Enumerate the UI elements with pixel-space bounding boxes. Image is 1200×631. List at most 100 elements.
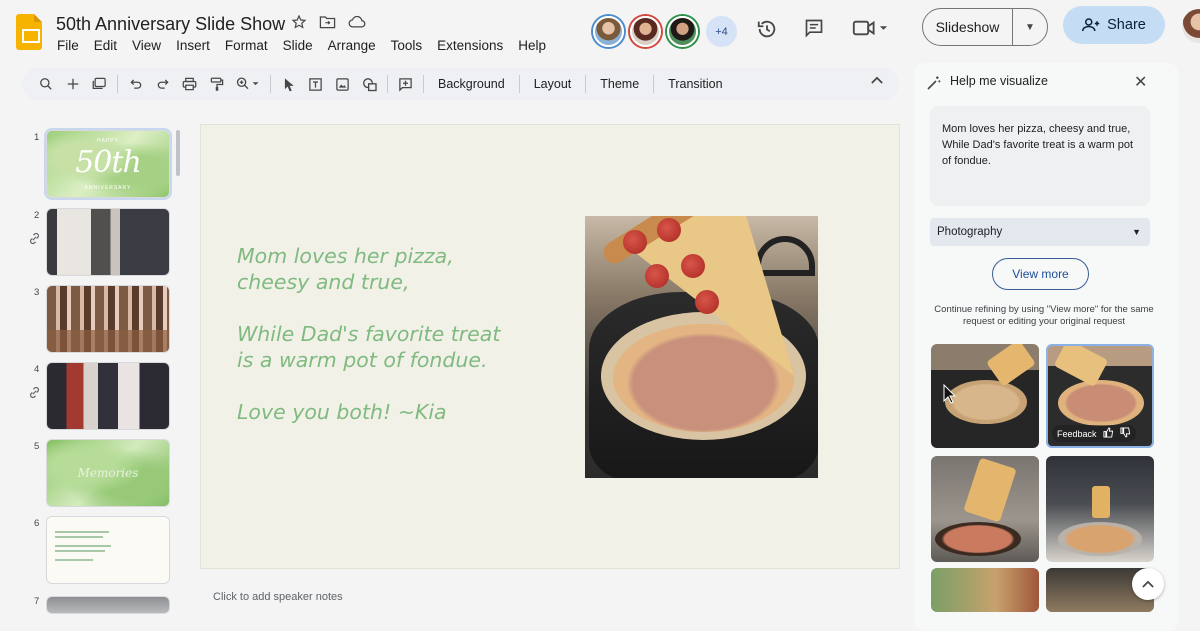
menu-file[interactable]: File (57, 38, 79, 53)
layout-button[interactable]: Layout (524, 77, 582, 91)
account-avatar[interactable] (1182, 9, 1200, 43)
toolbar-divider (270, 75, 271, 93)
linked-object-icon (28, 386, 41, 404)
menu-edit[interactable]: Edit (94, 38, 117, 53)
text-box-icon[interactable] (302, 77, 329, 92)
prompt-textarea[interactable]: Mom loves her pizza, cheesy and true, Wh… (930, 106, 1150, 206)
share-label: Share (1107, 17, 1146, 33)
thumb-50th-label: 50th (75, 145, 142, 180)
undo-icon[interactable] (122, 77, 149, 91)
feedback-bar: Feedback (1052, 425, 1136, 442)
menu-insert[interactable]: Insert (176, 38, 210, 53)
slides-app-icon[interactable] (16, 14, 42, 50)
style-dropdown-value: Photography (937, 226, 1003, 238)
slideshow-button[interactable]: Slideshow ▼ (922, 8, 1048, 46)
menu-arrange[interactable]: Arrange (328, 38, 376, 53)
menu-format[interactable]: Format (225, 38, 268, 53)
search-menus-icon[interactable] (32, 77, 59, 91)
filmstrip-scrollbar[interactable] (176, 130, 180, 176)
shape-icon[interactable] (356, 77, 383, 92)
menu-slide[interactable]: Slide (283, 38, 313, 53)
thumb-anniversary-text: ANNIVERSARY (84, 185, 132, 191)
current-slide[interactable]: Mom loves her pizza, cheesy and true, Wh… (200, 124, 900, 569)
slide-thumbnail-image[interactable] (46, 285, 170, 353)
collaborator-avatar[interactable] (667, 16, 698, 47)
chevron-up-icon (1142, 580, 1154, 588)
generated-image-result[interactable] (1046, 456, 1154, 562)
menu-view[interactable]: View (132, 38, 161, 53)
slide-number: 4 (34, 364, 40, 375)
new-slide-icon[interactable] (59, 77, 86, 91)
toolbar-divider (585, 75, 587, 93)
select-cursor-icon[interactable] (275, 77, 302, 92)
poem-stanza-1[interactable]: Mom loves her pizza, cheesy and true, (237, 243, 454, 295)
style-dropdown[interactable]: Photography ▼ (930, 218, 1150, 246)
poem-line: Love you both! ~Kia (237, 400, 447, 424)
speaker-notes-placeholder[interactable]: Click to add speaker notes (213, 591, 343, 603)
poem-signoff[interactable]: Love you both! ~Kia (237, 399, 447, 425)
paint-format-icon[interactable] (203, 77, 230, 92)
background-button[interactable]: Background (428, 77, 515, 91)
thumb-50th-text: 50th (47, 145, 169, 180)
insert-image-icon[interactable] (329, 77, 356, 92)
slideshow-dropdown-icon[interactable]: ▼ (1013, 22, 1047, 33)
close-icon[interactable]: ✕ (1134, 72, 1147, 92)
collapse-toolbar-icon[interactable] (871, 76, 883, 84)
transition-button[interactable]: Transition (658, 77, 732, 91)
slide-thumbnail-image[interactable]: Memories (46, 439, 170, 507)
generated-image-result[interactable] (931, 568, 1039, 612)
cloud-saved-icon[interactable] (348, 15, 366, 29)
toolbar-divider (387, 75, 388, 93)
pizza-fondue-photo[interactable] (585, 216, 818, 478)
refine-instructions: Continue refining by using "View more" f… (934, 304, 1154, 327)
menu-extensions[interactable]: Extensions (437, 38, 503, 53)
generated-image-result[interactable]: Feedback (1046, 344, 1154, 448)
scroll-to-top-button[interactable] (1132, 568, 1164, 600)
insert-comment-icon[interactable] (392, 77, 419, 92)
star-icon[interactable] (291, 14, 307, 30)
slide-number: 5 (34, 441, 40, 452)
version-history-icon[interactable] (756, 18, 778, 40)
slide-thumbnail-image[interactable] (46, 208, 170, 276)
slideshow-label[interactable]: Slideshow (923, 9, 1013, 45)
toolbar-divider (117, 75, 118, 93)
slide-number: 6 (34, 518, 40, 529)
poem-stanza-2[interactable]: While Dad's favorite treat is a warm pot… (237, 321, 500, 373)
print-icon[interactable] (176, 77, 203, 91)
help-me-visualize-panel: Help me visualize ✕ Mom loves her pizza,… (914, 63, 1178, 631)
collaborator-avatar[interactable] (630, 16, 661, 47)
toolbar-divider (518, 75, 520, 93)
toolbar: Background Layout Theme Transition (22, 68, 899, 100)
linked-object-icon (28, 232, 41, 250)
slide-thumbnail-image[interactable] (46, 516, 170, 584)
slide-number: 2 (34, 210, 40, 221)
menu-help[interactable]: Help (518, 38, 546, 53)
more-collaborators-badge[interactable]: +4 (706, 16, 737, 47)
poem-line: While Dad's favorite treat (237, 322, 501, 346)
view-more-button[interactable]: View more (992, 258, 1089, 290)
theme-button[interactable]: Theme (590, 77, 649, 91)
slide-number: 1 (34, 132, 40, 143)
meet-video-icon[interactable] (852, 18, 888, 38)
thumbs-down-icon[interactable] (1119, 427, 1131, 440)
share-button[interactable]: Share (1063, 6, 1165, 44)
slide-thumbnail-image[interactable]: HAPPY 50th ANNIVERSARY (46, 130, 170, 198)
generated-image-result[interactable] (931, 456, 1039, 562)
slide-thumbnail-image[interactable] (46, 362, 170, 430)
dropdown-arrow-icon: ▼ (1132, 227, 1141, 237)
comments-icon[interactable] (804, 18, 824, 38)
menu-tools[interactable]: Tools (391, 38, 423, 53)
panel-title: Help me visualize (950, 74, 1048, 88)
new-slide-layout-icon[interactable] (86, 77, 113, 91)
thumbs-up-icon[interactable] (1102, 427, 1114, 440)
menu-bar: File Edit View Insert Format Slide Arran… (57, 38, 561, 53)
poem-line: is a warm pot of fondue. (237, 348, 488, 372)
redo-icon[interactable] (149, 77, 176, 91)
slide-number: 3 (34, 287, 40, 298)
slide-thumbnail-image[interactable] (46, 596, 170, 614)
collaborator-avatar[interactable] (593, 16, 624, 47)
move-to-folder-icon[interactable] (319, 14, 336, 30)
zoom-icon[interactable] (230, 77, 266, 91)
slide-filmstrip: 1 HAPPY 50th ANNIVERSARY 2 3 4 5 Memorie… (0, 120, 184, 631)
document-title[interactable]: 50th Anniversary Slide Show (56, 14, 285, 35)
